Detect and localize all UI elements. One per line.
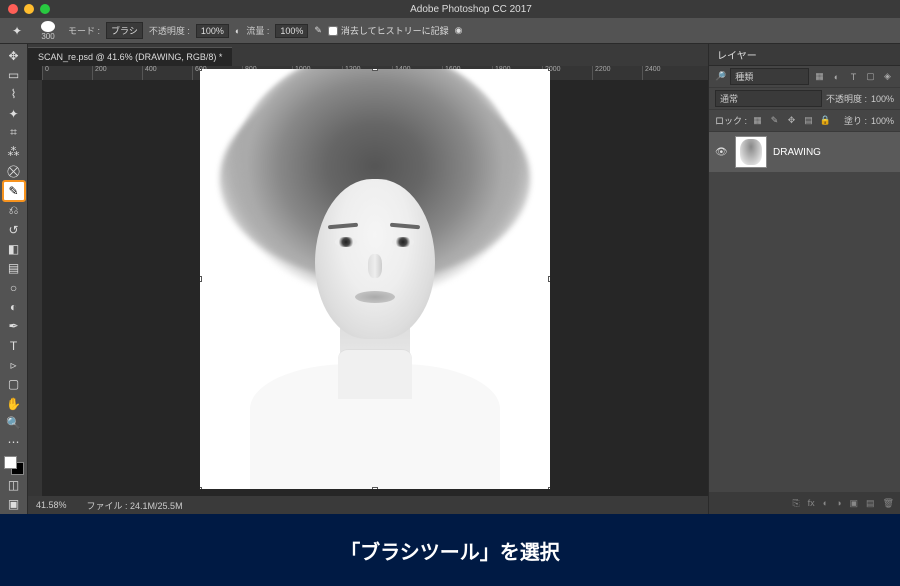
layer-name[interactable]: DRAWING	[773, 147, 821, 158]
marquee-tool[interactable]: ▭	[3, 65, 25, 84]
hand-tool[interactable]: ✋	[3, 394, 25, 413]
window-controls	[8, 4, 50, 14]
zoom-tool[interactable]: 🔍	[3, 413, 25, 432]
group-icon[interactable]: ▣	[850, 498, 859, 509]
brush-size: 300	[41, 32, 54, 41]
quickmask-tool[interactable]: ◫	[3, 475, 25, 494]
edit-toolbar[interactable]: ⋯	[3, 433, 25, 452]
lock-image-icon[interactable]: ✎	[768, 114, 781, 127]
titlebar: Adobe Photoshop CC 2017	[0, 0, 900, 18]
flow-input[interactable]: 100%	[275, 24, 308, 38]
main-area: ✥ ▭ ⌇ ✦ ⌗ ⁂ ⛒ ✎ ⎌ ↺ ◧ ▤ ○ ◐ ✒ T ▹ ▢ ✋ 🔍 …	[0, 44, 900, 514]
gradient-tool[interactable]: ▤	[3, 259, 25, 278]
file-info[interactable]: ファイル : 24.1M/25.5M	[87, 499, 183, 512]
crop-tool[interactable]: ⌗	[3, 123, 25, 142]
adjustment-icon[interactable]: ◑	[836, 498, 841, 508]
blend-mode-select[interactable]: 通常	[715, 90, 822, 107]
opacity-label: 不透明度 :	[149, 24, 190, 37]
zoom-level[interactable]: 41.58%	[36, 500, 67, 510]
fg-color[interactable]	[4, 456, 17, 469]
options-bar: ✦ 300 モード : ブラシ 不透明度 : 100% ◐ 流量 : 100% …	[0, 18, 900, 44]
app-title: Adobe Photoshop CC 2017	[50, 4, 892, 15]
filter-pixel-icon[interactable]: ▦	[813, 70, 826, 83]
lock-transparent-icon[interactable]: ▦	[751, 114, 764, 127]
airbrush-icon[interactable]: ✎	[314, 25, 322, 36]
visibility-icon[interactable]: 👁	[715, 147, 729, 158]
layer-thumbnail[interactable]	[735, 136, 767, 168]
fx-icon[interactable]: fx	[808, 498, 815, 508]
filter-type-icon[interactable]: T	[847, 70, 860, 83]
shape-tool[interactable]: ▢	[3, 375, 25, 394]
close-window[interactable]	[8, 4, 18, 14]
lock-row: ロック : ▦ ✎ ✥ ▤ 🔒 塗り : 100%	[709, 110, 900, 132]
move-tool[interactable]: ✥	[3, 46, 25, 65]
delete-icon[interactable]: 🗑	[883, 498, 894, 509]
mask-icon[interactable]: ◐	[823, 498, 828, 508]
filter-select[interactable]: 種類	[730, 68, 809, 85]
lock-artboard-icon[interactable]: ▤	[802, 114, 815, 127]
filter-shape-icon[interactable]: ▢	[864, 70, 877, 83]
canvas-wrap: 0200400600800100012001400160018002000220…	[28, 66, 708, 496]
eyedropper-tool[interactable]: ⁂	[3, 143, 25, 162]
app-window: Adobe Photoshop CC 2017 ✦ 300 モード : ブラシ …	[0, 0, 900, 514]
pressure-opacity-icon[interactable]: ◐	[235, 26, 240, 36]
toolbar: ✥ ▭ ⌇ ✦ ⌗ ⁂ ⛒ ✎ ⎌ ↺ ◧ ▤ ○ ◐ ✒ T ▹ ▢ ✋ 🔍 …	[0, 44, 28, 514]
layers-footer: ⎘ fx ◐ ◑ ▣ ▤ 🗑	[709, 492, 900, 514]
search-icon[interactable]: 🔎	[715, 71, 726, 82]
mode-label: モード :	[68, 24, 100, 37]
color-swatches[interactable]	[4, 456, 24, 475]
history-brush-tool[interactable]: ↺	[3, 220, 25, 239]
maximize-window[interactable]	[40, 4, 50, 14]
opacity-input[interactable]: 100%	[196, 24, 229, 38]
status-bar: 41.58% ファイル : 24.1M/25.5M	[28, 496, 708, 514]
new-layer-icon[interactable]: ▤	[866, 498, 875, 509]
brush-tool[interactable]: ✎	[3, 181, 25, 200]
healing-tool[interactable]: ⛒	[3, 162, 25, 181]
blend-row: 通常 不透明度 : 100%	[709, 88, 900, 110]
document-tabs: SCAN_re.psd @ 41.6% (DRAWING, RGB/8) *	[28, 44, 708, 66]
panels: レイヤー 🔎 種類 ▦ ◐ T ▢ ◈ 通常 不透明度 : 100% ロック :…	[708, 44, 900, 514]
layer-list[interactable]: 👁 DRAWING	[709, 132, 900, 492]
pen-tool[interactable]: ✒	[3, 317, 25, 336]
stamp-tool[interactable]: ⎌	[3, 201, 25, 220]
drawing-image	[200, 69, 550, 489]
lasso-tool[interactable]: ⌇	[3, 85, 25, 104]
lock-label: ロック :	[715, 114, 747, 127]
brush-preview[interactable]: 300	[34, 21, 62, 41]
caption: 「ブラシツール」を選択	[0, 514, 900, 586]
mode-select[interactable]: ブラシ	[106, 22, 143, 39]
history-check[interactable]	[328, 26, 338, 36]
link-icon[interactable]: ⎘	[792, 498, 799, 509]
history-label: 消去してヒストリーに記録	[341, 24, 449, 37]
canvas[interactable]	[42, 80, 708, 478]
dodge-tool[interactable]: ◐	[3, 297, 25, 316]
filter-smart-icon[interactable]: ◈	[881, 70, 894, 83]
screenmode-tool[interactable]: ▣	[3, 495, 25, 514]
quick-select-tool[interactable]: ✦	[3, 104, 25, 123]
pressure-size-icon[interactable]: ◉	[455, 25, 463, 36]
type-tool[interactable]: T	[3, 336, 25, 355]
layer-opacity-value[interactable]: 100%	[871, 94, 894, 104]
layers-panel-tab[interactable]: レイヤー	[709, 44, 900, 66]
filter-adjust-icon[interactable]: ◐	[830, 70, 843, 83]
layer-opacity-label: 不透明度 :	[826, 92, 867, 105]
ruler-vertical[interactable]	[28, 80, 42, 496]
path-select-tool[interactable]: ▹	[3, 355, 25, 374]
document-area: SCAN_re.psd @ 41.6% (DRAWING, RGB/8) * 0…	[28, 44, 708, 514]
fill-label: 塗り :	[844, 114, 867, 127]
layer-filter-row: 🔎 種類 ▦ ◐ T ▢ ◈	[709, 66, 900, 88]
artboard[interactable]	[200, 69, 550, 489]
eraser-tool[interactable]: ◧	[3, 239, 25, 258]
minimize-window[interactable]	[24, 4, 34, 14]
tool-preset-icon[interactable]: ✦	[6, 21, 28, 41]
history-checkbox[interactable]: 消去してヒストリーに記録	[328, 24, 449, 37]
document-tab[interactable]: SCAN_re.psd @ 41.6% (DRAWING, RGB/8) *	[28, 47, 232, 66]
lock-position-icon[interactable]: ✥	[785, 114, 798, 127]
fill-value[interactable]: 100%	[871, 116, 894, 126]
flow-label: 流量 :	[246, 24, 269, 37]
brush-circle-icon	[41, 21, 55, 32]
layer-item[interactable]: 👁 DRAWING	[709, 132, 900, 172]
lock-all-icon[interactable]: 🔒	[819, 114, 832, 127]
blur-tool[interactable]: ○	[3, 278, 25, 297]
